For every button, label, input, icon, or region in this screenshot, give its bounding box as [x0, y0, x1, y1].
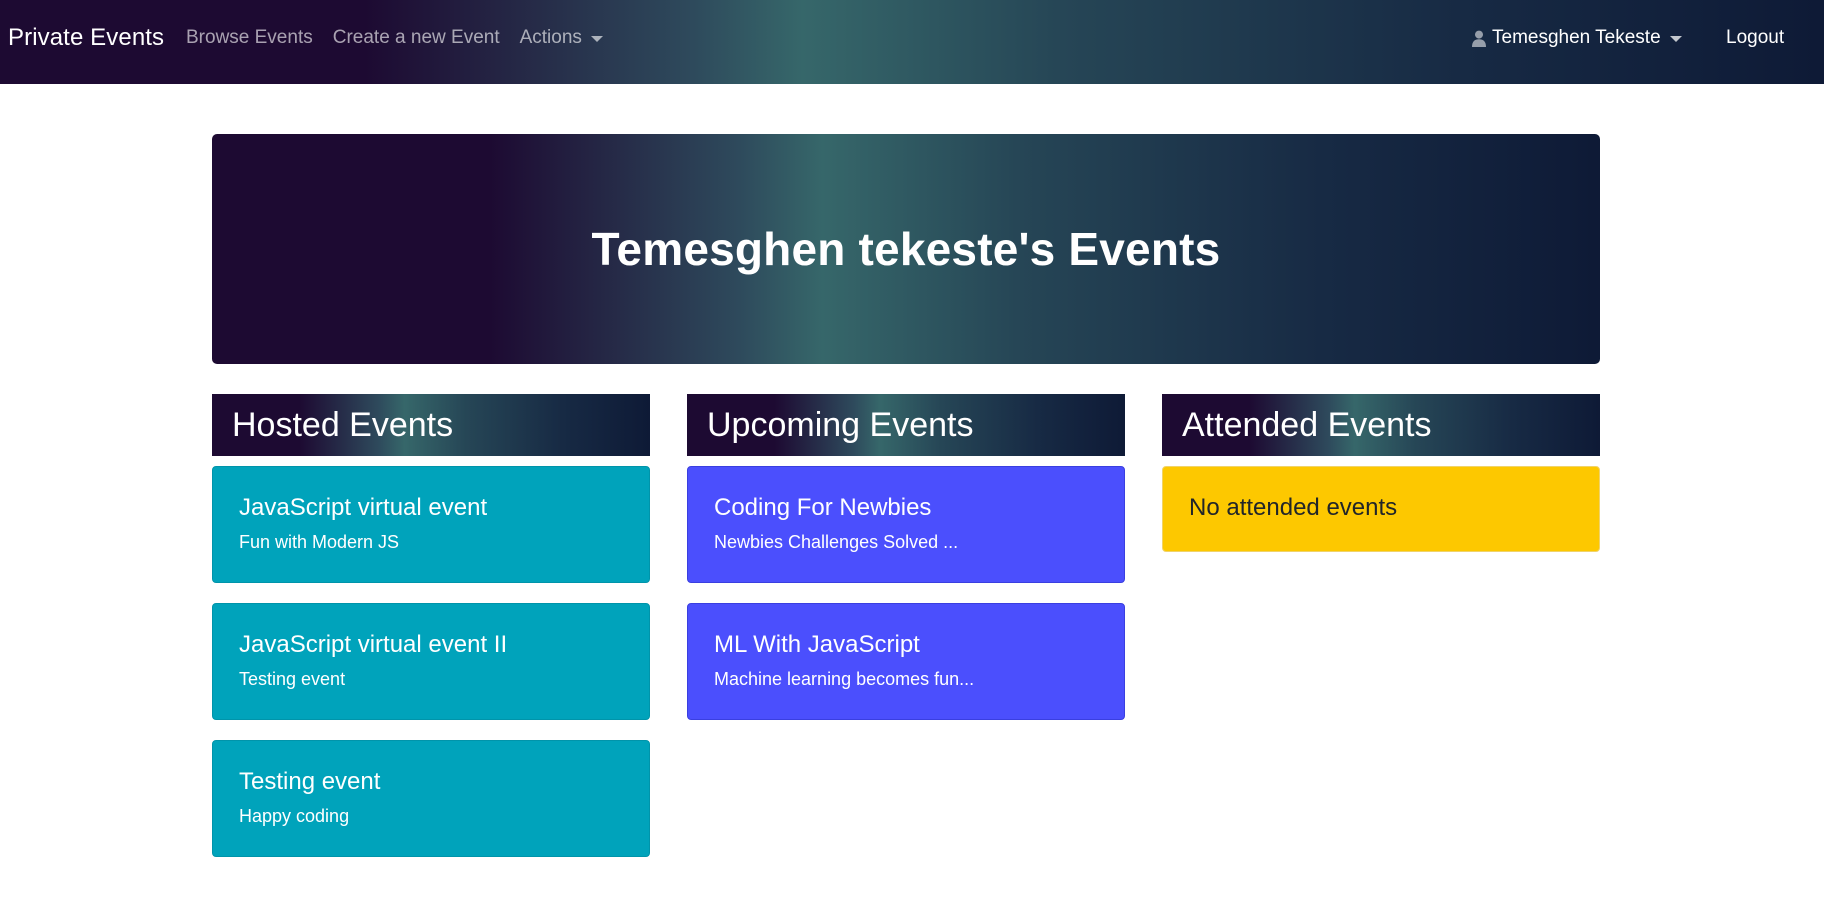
page-title: Temesghen tekeste's Events [591, 223, 1221, 275]
attended-events-header: Attended Events [1162, 394, 1600, 456]
nav-create-event[interactable]: Create a new Event [333, 27, 500, 49]
top-navbar: Private Events Browse Events Create a ne… [0, 0, 1824, 84]
event-description: Testing event [239, 669, 346, 689]
brand-link[interactable]: Private Events [8, 24, 164, 52]
chevron-down-icon [1669, 36, 1682, 42]
event-description: Newbies Challenges Solved ... [714, 532, 959, 552]
event-title: Coding For Newbies [714, 494, 932, 521]
empty-state-message: No attended events [1189, 494, 1398, 521]
hosted-events-header: Hosted Events [212, 394, 650, 456]
event-card[interactable]: ML With JavaScript Machine learning beco… [687, 603, 1125, 720]
attended-events-heading: Attended Events [1182, 405, 1432, 444]
user-icon [1472, 30, 1486, 47]
hosted-events-heading: Hosted Events [232, 405, 454, 444]
logout-link[interactable]: Logout [1726, 27, 1784, 49]
user-name: Temesghen Tekeste [1492, 27, 1661, 48]
event-title: JavaScript virtual event [239, 494, 488, 521]
event-description: Machine learning becomes fun... [714, 669, 975, 689]
nav-links: Browse Events Create a new Event Actions [186, 27, 623, 49]
event-card[interactable]: Testing event Happy coding [212, 740, 650, 857]
upcoming-events-column: Upcoming Events Coding For Newbies Newbi… [687, 394, 1125, 720]
upcoming-events-header: Upcoming Events [687, 394, 1125, 456]
hosted-events-column: Hosted Events JavaScript virtual event F… [212, 394, 650, 857]
nav-browse-events[interactable]: Browse Events [186, 27, 313, 49]
event-title: ML With JavaScript [714, 631, 920, 658]
actions-label: Actions [519, 27, 582, 48]
empty-state-alert: No attended events [1162, 466, 1600, 552]
nav-actions-dropdown[interactable]: Actions [520, 27, 603, 49]
event-description: Fun with Modern JS [239, 532, 400, 552]
upcoming-events-heading: Upcoming Events [707, 405, 974, 444]
user-menu-dropdown[interactable]: Temesghen Tekeste [1472, 27, 1682, 49]
event-description: Happy coding [239, 806, 350, 826]
event-title: JavaScript virtual event II [239, 631, 508, 658]
chevron-down-icon [590, 36, 603, 42]
event-card[interactable]: Coding For Newbies Newbies Challenges So… [687, 466, 1125, 583]
jumbotron: Temesghen tekeste's Events [212, 134, 1600, 364]
event-card[interactable]: JavaScript virtual event II Testing even… [212, 603, 650, 720]
event-title: Testing event [239, 768, 381, 795]
event-card[interactable]: JavaScript virtual event Fun with Modern… [212, 466, 650, 583]
attended-events-column: Attended Events No attended events [1162, 394, 1600, 552]
